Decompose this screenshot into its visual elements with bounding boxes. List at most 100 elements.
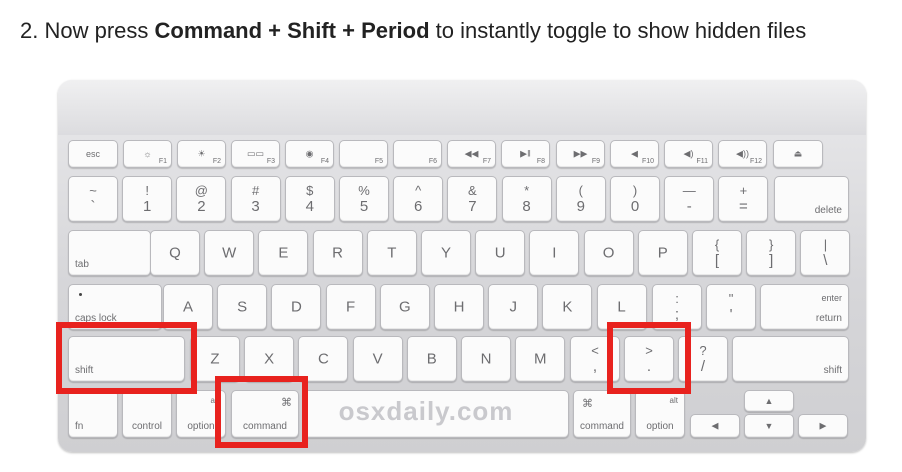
function-key-fn-label: F5: [374, 158, 383, 165]
function-key-11[interactable]: ◀) F11: [664, 140, 713, 168]
letter-label: S: [237, 298, 248, 316]
letter-key-i[interactable]: I: [529, 230, 580, 276]
letter-key-w[interactable]: W: [204, 230, 255, 276]
arrow-down-key[interactable]: ▼: [744, 414, 794, 438]
number-key-4[interactable]: $4: [284, 176, 335, 222]
letter-key-s[interactable]: S: [217, 284, 268, 330]
instruction-prefix: 2. Now press: [20, 18, 155, 43]
number-key-2[interactable]: @2: [176, 176, 227, 222]
letter-key-j[interactable]: J: [488, 284, 539, 330]
arrow-up-key[interactable]: ▲: [744, 390, 794, 412]
letter-label: F: [346, 298, 356, 316]
letter-label: C: [317, 350, 329, 368]
right-shift-key[interactable]: shift: [732, 336, 849, 382]
number-key-11[interactable]: — -: [664, 176, 715, 222]
letter-key-h[interactable]: H: [434, 284, 484, 330]
number-key-top: @: [194, 183, 208, 198]
letter-label: M: [533, 350, 547, 368]
right-command-key[interactable]: ⌘ command: [573, 390, 631, 438]
function-key-1[interactable]: ☼ F1: [123, 140, 172, 168]
delete-key[interactable]: delete: [774, 176, 849, 222]
fn-key[interactable]: fn: [68, 390, 118, 438]
arrow-left-key[interactable]: ◀: [690, 414, 740, 438]
letter-key-m[interactable]: M: [515, 336, 566, 382]
function-key-fn-label: F2: [212, 158, 221, 165]
letter-label: Z: [210, 350, 220, 368]
letter-label: G: [398, 298, 411, 316]
letter-key-u[interactable]: U: [475, 230, 526, 276]
number-key-top: (: [578, 183, 583, 198]
arrow-right-icon: ▶: [819, 420, 827, 431]
letter-key-q[interactable]: Q: [150, 230, 200, 276]
letter-key-y[interactable]: Y: [421, 230, 471, 276]
function-key-fn-label: F3: [266, 158, 275, 165]
letter-label: N: [480, 350, 492, 368]
quote-top: ": [728, 291, 734, 306]
letter-label: H: [453, 298, 465, 316]
letter-key-t[interactable]: T: [366, 230, 417, 276]
function-key-fn-label: F1: [158, 158, 167, 165]
number-key-8[interactable]: * 8: [501, 176, 552, 222]
letter-key-o[interactable]: O: [583, 230, 634, 276]
function-key-fn-label: F8: [536, 158, 545, 165]
tab-label: tab: [75, 259, 89, 270]
letter-label: E: [278, 244, 289, 262]
letter-key-n[interactable]: N: [461, 336, 511, 382]
keyboard-top-bar: [58, 80, 866, 135]
letter-key-g[interactable]: G: [379, 284, 430, 330]
letter-label: W: [222, 244, 237, 262]
number-key-3[interactable]: #3: [230, 176, 281, 222]
bracket-key-2[interactable]: | \: [800, 230, 851, 276]
function-key-4[interactable]: ◉ F4: [285, 140, 334, 168]
bracket-key-1[interactable]: }]: [746, 230, 797, 276]
semicolon-bottom: ;: [674, 306, 680, 323]
bracket-key-0[interactable]: {[: [692, 230, 742, 276]
number-key-5[interactable]: % 5: [339, 176, 389, 222]
arrow-right-key[interactable]: ▶: [798, 414, 848, 438]
function-key-13[interactable]: ⏏: [773, 140, 823, 168]
number-key-7[interactable]: & 7: [447, 176, 498, 222]
function-key-12[interactable]: ◀)) F12: [718, 140, 767, 168]
quote-key[interactable]: " ': [706, 284, 756, 330]
function-key-2[interactable]: ☀ F2: [177, 140, 226, 168]
tab-key[interactable]: tab: [68, 230, 151, 276]
function-key-8[interactable]: ▶ǁ F8: [501, 140, 550, 168]
function-key-6[interactable]: F6: [393, 140, 442, 168]
period-highlight-box: [607, 322, 691, 394]
letter-key-d[interactable]: D: [271, 284, 322, 330]
letter-key-v[interactable]: V: [352, 336, 403, 382]
letter-key-f[interactable]: F: [325, 284, 376, 330]
bracket-key-top: }: [769, 237, 774, 252]
letter-key-r[interactable]: R: [312, 230, 363, 276]
number-key-6[interactable]: ^ 6: [393, 176, 444, 222]
function-key-fn-label: F4: [320, 158, 329, 165]
function-key-3[interactable]: ▭▭ F3: [231, 140, 280, 168]
function-key-symbol: ⏏: [793, 148, 803, 159]
quote-bottom: ': [729, 306, 733, 323]
number-key-1[interactable]: ! 1: [122, 176, 173, 222]
number-key-12[interactable]: + =: [718, 176, 769, 222]
function-key-0[interactable]: esc: [68, 140, 118, 168]
number-key-bottom: `: [90, 198, 96, 215]
number-key-9[interactable]: (9: [555, 176, 606, 222]
number-key-top: ~: [89, 183, 97, 198]
function-key-9[interactable]: ▶▶ F9: [556, 140, 605, 168]
control-key[interactable]: control: [122, 390, 172, 438]
letter-label: Y: [440, 244, 451, 262]
number-key-10[interactable]: ) 0: [610, 176, 660, 222]
letter-key-k[interactable]: K: [542, 284, 593, 330]
letter-key-e[interactable]: E: [258, 230, 309, 276]
right-option-key[interactable]: alt option: [635, 390, 685, 438]
function-key-10[interactable]: ◀ F10: [610, 140, 659, 168]
letter-label: J: [509, 298, 517, 316]
function-key-7[interactable]: ◀◀ F7: [447, 140, 496, 168]
letter-key-p[interactable]: P: [637, 230, 688, 276]
letter-label: Q: [169, 244, 181, 262]
return-key[interactable]: enter return: [760, 284, 849, 330]
function-key-5[interactable]: F5: [339, 140, 388, 168]
letter-key-b[interactable]: B: [406, 336, 457, 382]
arrow-left-icon: ◀: [711, 420, 719, 431]
bracket-key-top: {: [714, 237, 720, 252]
number-key-top: #: [251, 183, 260, 198]
number-key-0[interactable]: ~ `: [68, 176, 118, 222]
